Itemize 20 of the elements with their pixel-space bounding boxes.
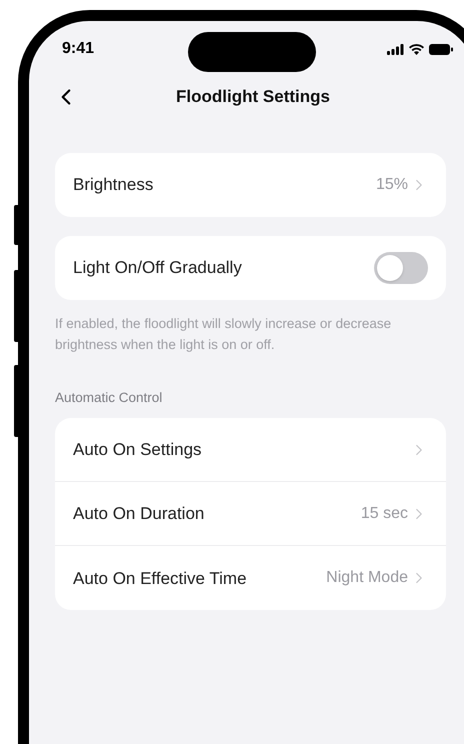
section-heading: Automatic Control [55, 389, 164, 407]
settings-row[interactable]: Auto On Effective Time Night Mode [55, 546, 446, 610]
settings-row[interactable]: Auto On Settings [55, 418, 446, 482]
row-label: Auto On Settings [73, 439, 203, 461]
settings-row[interactable]: Auto On Duration 15 sec [55, 482, 446, 546]
gradual-description: If enabled, the floodlight will slowly increase or decrease brightness when the light is on or off. [55, 315, 392, 354]
wifi-icon [409, 44, 424, 54]
row-label: Light On/Off Gradually [73, 257, 243, 280]
row-value: Night Mode [326, 568, 408, 588]
toggle-switch[interactable] [374, 252, 428, 284]
row-value: 15 sec [360, 504, 408, 524]
row-label: Brightness [73, 174, 154, 196]
status-time: 9:41 [62, 39, 94, 59]
battery-icon [429, 44, 453, 54]
row-label: Auto On Effective Time [73, 568, 248, 590]
signal-icon [387, 44, 404, 54]
page-title: Floodlight Settings [176, 86, 330, 108]
settings-row[interactable]: Brightness 15% [55, 153, 446, 217]
row-label: Auto On Duration [73, 503, 206, 525]
row-value: 15% [376, 175, 408, 195]
